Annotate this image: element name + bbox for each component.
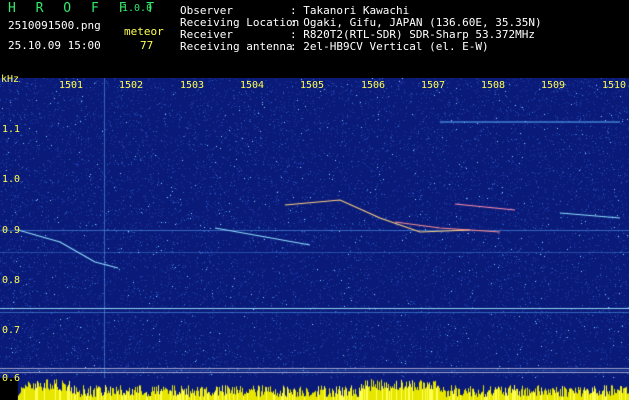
x-tick-1507: 1507: [421, 80, 446, 91]
x-tick-1509: 1509: [541, 80, 566, 91]
y-tick-1-0: 1.0: [2, 174, 21, 185]
x-tick-1506: 1506: [361, 80, 386, 91]
x-tick-1508: 1508: [481, 80, 506, 91]
x-tick-1502: 1502: [119, 80, 144, 91]
y-tick-0-6: 0.6: [2, 373, 21, 384]
file-name: 2510091500.png: [8, 19, 101, 32]
meteor-count: 77: [140, 39, 154, 52]
y-axis-unit: kHz: [1, 74, 20, 85]
y-tick-0-9: 0.9: [2, 225, 21, 236]
y-tick-0-7: 0.7: [2, 325, 21, 336]
file-datetime: 25.10.09 15:00: [8, 39, 101, 52]
x-tick-1510: 1510: [602, 80, 627, 91]
x-tick-1504: 1504: [240, 80, 265, 91]
y-tick-0-8: 0.8: [2, 275, 21, 286]
spectrogram-canvas[interactable]: [0, 78, 629, 400]
meteor-label: meteor: [124, 25, 164, 38]
x-tick-1505: 1505: [300, 80, 325, 91]
app-version: 1.0.0: [122, 3, 153, 14]
x-tick-1501: 1501: [59, 80, 84, 91]
y-tick-1-1: 1.1: [2, 124, 21, 135]
x-tick-1503: 1503: [180, 80, 205, 91]
info-value-antenna: : 2el-HB9CV Vertical (el. E-W): [290, 40, 489, 53]
info-key-antenna: Receiving antenna: [180, 40, 293, 53]
